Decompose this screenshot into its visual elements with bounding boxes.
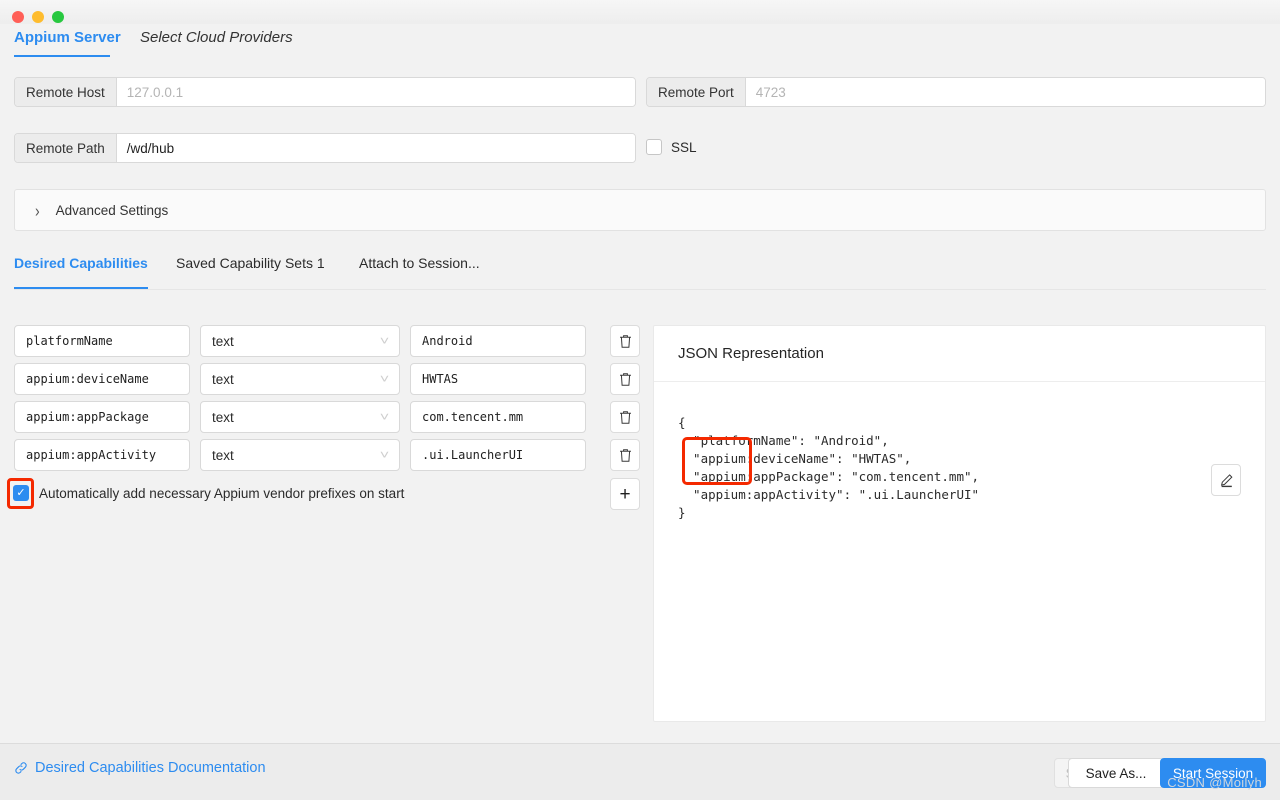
capability-name-input[interactable]: platformName [14,325,190,357]
remote-port-input[interactable]: 4723 [745,78,1265,106]
delete-capability-button[interactable] [610,439,640,471]
tab-select-cloud-providers[interactable]: Select Cloud Providers [140,24,293,58]
trash-icon [619,410,631,424]
save-as-button[interactable]: Save As... [1068,758,1164,788]
tab-desired-capabilities[interactable]: Desired Capabilities [14,255,148,289]
remote-path-label: Remote Path [15,134,117,162]
ssl-checkbox[interactable] [646,139,662,155]
delete-capability-button[interactable] [610,401,640,433]
capability-value-input[interactable]: HWTAS [410,363,586,395]
capability-type-value: text [212,371,234,387]
auto-vendor-prefix-checkbox[interactable]: ✓ [13,485,29,501]
tab-desired-capabilities-label: Desired Capabilities [14,255,148,271]
pencil-icon [1220,473,1233,487]
remote-port-field-group: Remote Port 4723 [646,77,1266,107]
captab-divider [14,289,1266,290]
remote-port-label: Remote Port [647,78,746,106]
trash-icon [619,372,631,386]
chevron-down-icon: ˅ [379,410,390,424]
capability-value-input[interactable]: Android [410,325,586,357]
close-window-icon[interactable] [12,11,24,23]
delete-capability-button[interactable] [610,325,640,357]
json-panel-title: JSON Representation [654,326,1265,382]
chevron-down-icon: ˅ [379,448,390,462]
chevron-down-icon: ˅ [379,334,390,348]
ssl-label: SSL [671,139,697,155]
remote-host-field-group: Remote Host 127.0.0.1 [14,77,636,107]
tab-appium-server[interactable]: Appium Server [14,24,121,58]
json-panel-body: { "platformName": "Android", "appium:dev… [654,382,1265,522]
tab-active-underline [14,55,110,57]
footer-bar: Desired Capabilities Documentation Save … [0,744,1280,800]
remote-path-field-group: Remote Path /wd/hub [14,133,636,163]
capability-type-select[interactable]: text ˅ [200,363,400,395]
minimize-window-icon[interactable] [32,11,44,23]
remote-host-label: Remote Host [15,78,117,106]
delete-capability-button[interactable] [610,363,640,395]
tab-appium-server-label: Appium Server [14,29,121,46]
tab-attach-to-session-label: Attach to Session... [359,255,480,271]
check-icon: ✓ [16,486,26,499]
add-capability-button[interactable]: + [610,478,640,510]
tab-saved-capability-sets[interactable]: Saved Capability Sets 1 [176,255,325,287]
tab-saved-capability-sets-label: Saved Capability Sets 1 [176,255,325,271]
watermark: CSDN @Moilyh [1167,775,1262,790]
trash-icon [619,334,631,348]
capability-type-select[interactable]: text ˅ [200,325,400,357]
documentation-link-label: Desired Capabilities Documentation [35,760,266,776]
appium-inspector-window: Appium Server Select Cloud Providers Rem… [0,0,1280,800]
capability-tab-bar: Desired Capabilities Saved Capability Se… [14,255,1266,290]
json-representation-panel: JSON Representation { "platformName": "A… [653,325,1266,722]
top-tab-bar: Appium Server Select Cloud Providers [0,24,1280,58]
traffic-lights [12,11,64,23]
link-icon [15,762,27,774]
capability-value-input[interactable]: .ui.LauncherUI [410,439,586,471]
capability-type-select[interactable]: text ˅ [200,401,400,433]
maximize-window-icon[interactable] [52,11,64,23]
capability-type-select[interactable]: text ˅ [200,439,400,471]
chevron-right-icon: › [35,200,40,220]
capability-name-input[interactable]: appium:appActivity [14,439,190,471]
plus-icon: + [619,483,631,505]
ssl-checkbox-group[interactable]: SSL [646,139,697,155]
advanced-settings-label: Advanced Settings [55,202,169,218]
capability-type-value: text [212,409,234,425]
capability-value-input[interactable]: com.tencent.mm [410,401,586,433]
advanced-settings-panel[interactable]: › Advanced Settings [14,189,1266,231]
capability-name-input[interactable]: appium:appPackage [14,401,190,433]
capability-name-input[interactable]: appium:deviceName [14,363,190,395]
edit-json-button[interactable] [1211,464,1241,496]
capability-type-value: text [212,333,234,349]
chevron-down-icon: ˅ [379,372,390,386]
trash-icon [619,448,631,462]
tab-select-cloud-providers-label: Select Cloud Providers [140,29,293,46]
remote-path-input[interactable]: /wd/hub [116,134,635,162]
auto-vendor-prefix-group[interactable]: ✓ Automatically add necessary Appium ven… [13,485,404,501]
remote-host-input[interactable]: 127.0.0.1 [116,78,635,106]
tab-attach-to-session[interactable]: Attach to Session... [359,255,480,287]
auto-vendor-prefix-label: Automatically add necessary Appium vendo… [39,485,405,501]
capability-type-value: text [212,447,234,463]
documentation-link[interactable]: Desired Capabilities Documentation [14,760,266,776]
json-content: { "platformName": "Android", "appium:dev… [678,415,980,520]
